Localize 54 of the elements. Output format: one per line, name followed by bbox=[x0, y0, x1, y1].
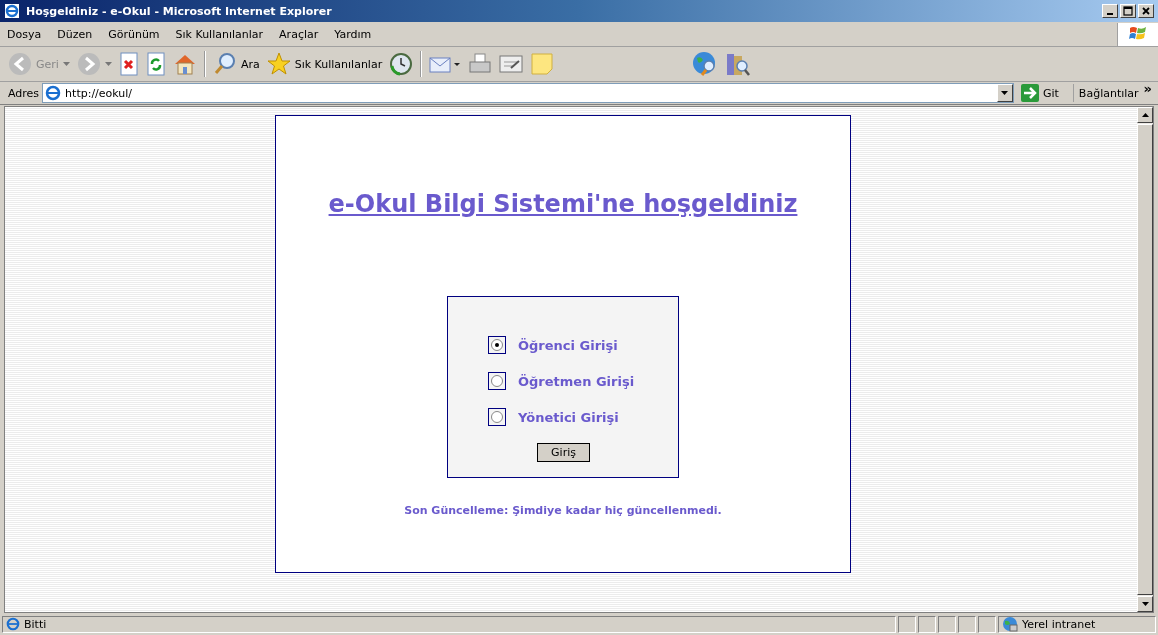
browser-logo-icon bbox=[4, 3, 20, 19]
book-magnifier-icon bbox=[725, 51, 752, 77]
go-button[interactable]: Git bbox=[1016, 84, 1074, 102]
favorites-button[interactable]: Sık Kullanılanlar bbox=[264, 50, 385, 78]
status-panel bbox=[918, 615, 936, 633]
page-icon bbox=[45, 85, 62, 101]
minimize-button[interactable] bbox=[1102, 4, 1118, 18]
menu-item[interactable]: Düzen bbox=[57, 27, 93, 41]
up-arrow-icon bbox=[1141, 113, 1149, 117]
login-button[interactable]: Giriş bbox=[537, 443, 590, 462]
printer-icon bbox=[468, 52, 493, 76]
search-icon bbox=[212, 52, 237, 76]
status-text: Bitti bbox=[24, 617, 47, 631]
status-panel bbox=[958, 615, 976, 633]
option-label: Öğretmen Girişi bbox=[518, 373, 635, 389]
minimize-icon bbox=[1107, 13, 1113, 15]
status-panel bbox=[978, 615, 996, 633]
maximize-button[interactable] bbox=[1120, 4, 1136, 18]
menu-item[interactable]: Görünüm bbox=[108, 27, 160, 41]
menu-item[interactable]: Dosya bbox=[7, 27, 42, 41]
close-icon bbox=[1141, 6, 1151, 16]
links-button[interactable]: Bağlantılar bbox=[1076, 86, 1141, 100]
zone-text: Yerel intranet bbox=[1022, 617, 1096, 631]
stop-icon bbox=[118, 52, 139, 76]
dropdown-arrow-icon bbox=[104, 62, 112, 66]
option-label: Öğrenci Girişi bbox=[518, 337, 618, 353]
network-globe-icon bbox=[1002, 616, 1018, 632]
document-pen-icon bbox=[499, 52, 524, 76]
page-icon bbox=[6, 617, 20, 631]
scrollbar[interactable] bbox=[1137, 107, 1153, 612]
star-icon bbox=[266, 52, 291, 76]
maximize-icon bbox=[1123, 6, 1133, 16]
close-button[interactable] bbox=[1138, 4, 1154, 18]
menu-item[interactable]: Yardım bbox=[334, 27, 372, 41]
right-arrow-icon bbox=[1020, 84, 1039, 102]
search-button[interactable]: Ara bbox=[210, 50, 262, 78]
down-arrow-icon bbox=[1141, 602, 1149, 606]
address-label: Adres bbox=[8, 86, 40, 100]
update-note: Son Güncelleme: Şimdiye kadar hiç güncellenmedi. bbox=[404, 504, 722, 517]
option-label: Yönetici Girişi bbox=[518, 409, 619, 425]
status-panel bbox=[898, 615, 916, 633]
status-panel bbox=[938, 615, 956, 633]
chevron-button[interactable]: » bbox=[1143, 82, 1156, 96]
note-icon bbox=[530, 52, 555, 76]
address-field[interactable]: http://eokul/ bbox=[42, 83, 1014, 103]
page-heading-link[interactable]: e-Okul Bilgi Sistemi'ne hoşgeldiniz bbox=[328, 190, 798, 218]
menu-item[interactable]: Araçlar bbox=[279, 27, 319, 41]
refresh-icon bbox=[145, 52, 166, 76]
dropdown-arrow-icon bbox=[62, 62, 70, 66]
address-dropdown-button[interactable] bbox=[996, 84, 1013, 102]
menu-item[interactable]: Sık Kullanılanlar bbox=[175, 27, 264, 41]
window-title: Hoşgeldiniz - e-Okul - Microsoft Internet Explorer bbox=[26, 4, 333, 18]
dropdown-arrow-icon bbox=[1001, 91, 1009, 95]
clock-icon bbox=[389, 52, 414, 76]
